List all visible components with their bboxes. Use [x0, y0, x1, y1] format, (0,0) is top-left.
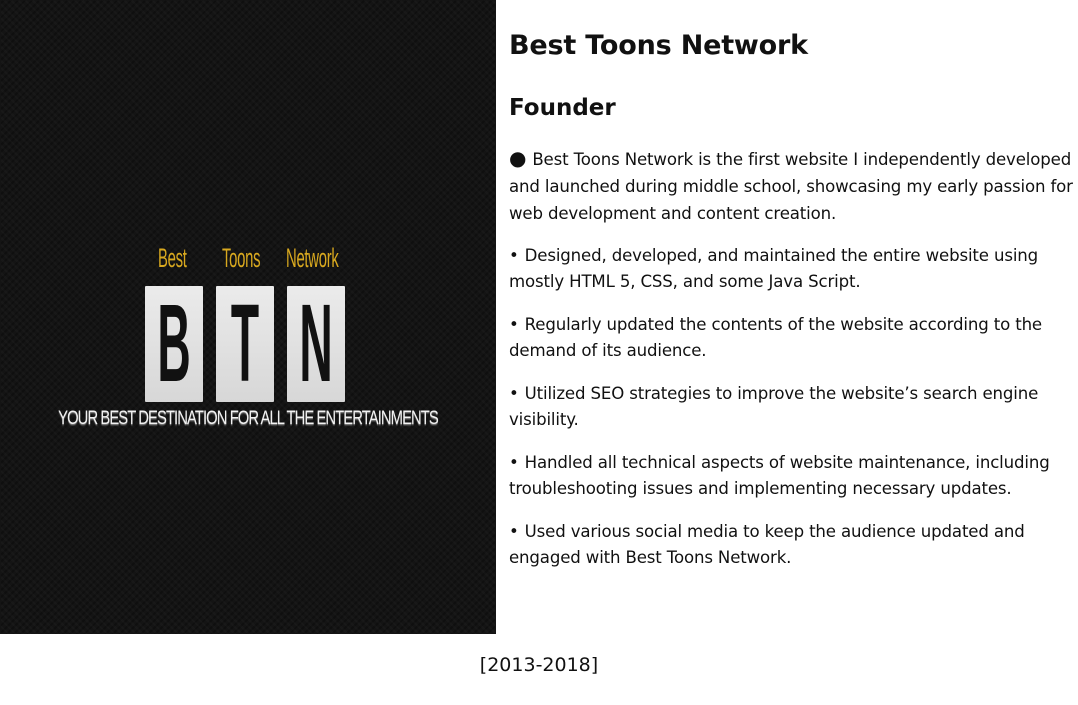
bullet-text: Designed, developed, and maintained the … [509, 246, 1039, 291]
bullet-marker: • [509, 453, 519, 472]
bullet-marker: • [509, 522, 519, 541]
logo-letter-tiles: B T N [145, 286, 345, 402]
bullet-text: Handled all technical aspects of website… [509, 453, 1050, 498]
logo-wordmark: Best Toons Network [0, 243, 496, 277]
date-range: [2013-2018] [479, 654, 599, 676]
logo-letter-t: T [230, 286, 260, 402]
logo-tagline: YOUR BEST DESTINATION FOR ALL THE ENTERT… [58, 408, 439, 429]
bullet-text: Used various social media to keep the au… [509, 522, 1025, 567]
bullet-text: Best Toons Network is the first website … [509, 150, 1073, 223]
logo-letter-b: B [157, 286, 191, 402]
bullet-marker: • [509, 315, 519, 334]
role-title: Founder [509, 95, 616, 121]
bullet-item: • Used various social media to keep the a… [509, 519, 1074, 570]
bullet-item: • Handled all technical aspects of websit… [509, 450, 1074, 501]
bullet-text: Regularly updated the contents of the we… [509, 315, 1042, 360]
logo-word-best: Best [158, 243, 187, 273]
page-title: Best Toons Network [509, 30, 808, 61]
logo-tile-t: T [216, 286, 274, 402]
btn-logo-image: Best Toons Network B T N YOUR BEST DESTI… [0, 0, 496, 634]
logo-tile-b: B [145, 286, 203, 402]
bullet-item: • Designed, developed, and maintained the… [509, 243, 1074, 294]
logo-letter-n: N [299, 286, 333, 402]
bullet-text: Utilized SEO strategies to improve the w… [509, 384, 1039, 429]
bullet-marker: ● [509, 146, 527, 170]
bullet-item: ● Best Toons Network is the first website… [509, 145, 1074, 227]
project-description: Best Toons Network Founder ● Best Toons N… [509, 28, 1074, 588]
bullet-marker: • [509, 384, 519, 403]
bullet-marker: • [509, 246, 519, 265]
bullet-list: ● Best Toons Network is the first website… [509, 145, 1074, 570]
bullet-item: • Utilized SEO strategies to improve the … [509, 381, 1074, 432]
logo-tile-n: N [287, 286, 345, 402]
bullet-item: • Regularly updated the contents of the w… [509, 312, 1074, 363]
logo-word-network: Network [286, 243, 339, 273]
logo-word-toons: Toons [222, 243, 261, 273]
